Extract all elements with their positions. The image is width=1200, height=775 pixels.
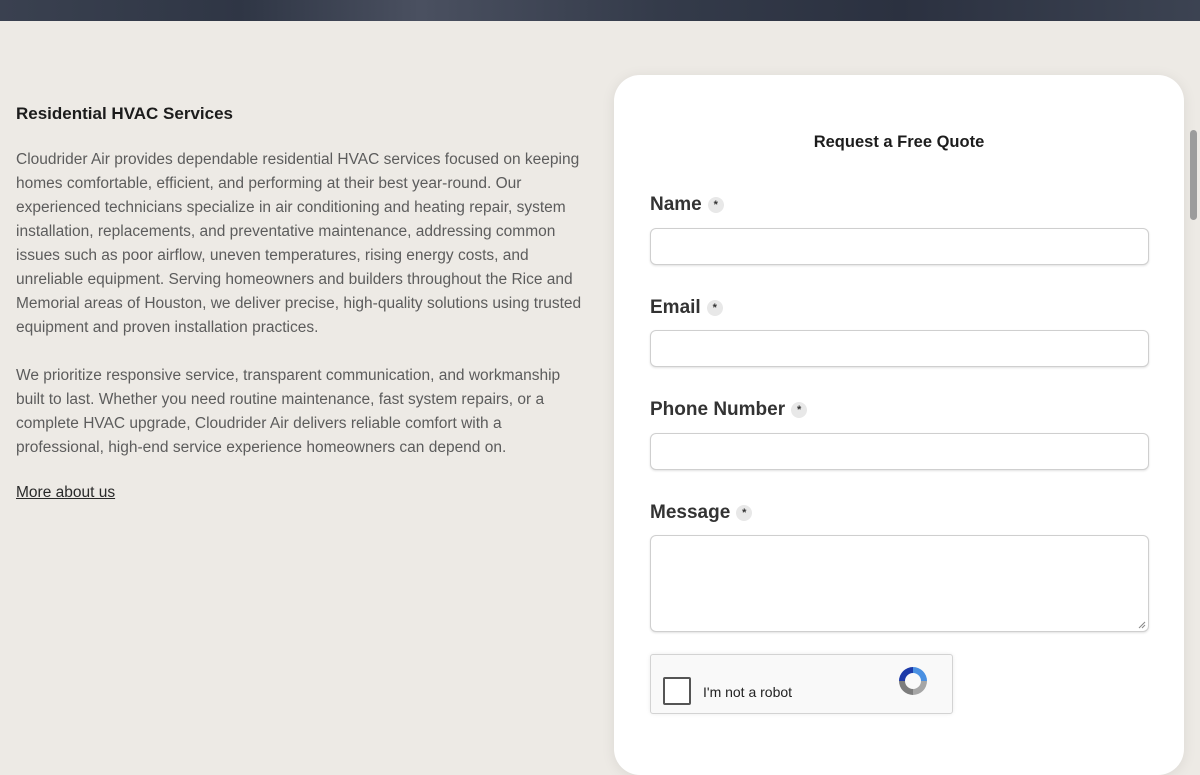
about-heading: Residential HVAC Services (16, 104, 233, 123)
recaptcha-logo-icon (899, 667, 927, 695)
phone-label: Phone Number * (650, 399, 808, 421)
recaptcha-checkbox[interactable] (663, 677, 691, 705)
form-title: Request a Free Quote (813, 133, 985, 151)
message-label: Message * (650, 502, 753, 524)
resize-handle-icon[interactable] (1138, 621, 1146, 629)
email-field[interactable] (650, 330, 1149, 367)
message-field[interactable] (650, 535, 1149, 632)
phone-field[interactable] (650, 433, 1149, 470)
name-label-text: Name (650, 194, 702, 215)
message-label-text: Message (650, 502, 731, 523)
hero-image-strip (0, 0, 1200, 21)
email-label: Email * (650, 297, 723, 319)
required-icon: * (736, 505, 753, 521)
name-field[interactable] (650, 228, 1149, 265)
required-icon: * (706, 300, 723, 316)
phone-label-text: Phone Number (650, 399, 786, 420)
about-section: Residential HVAC Services Cloudrider Air… (16, 104, 591, 502)
recaptcha-label: I'm not a robot (703, 684, 793, 700)
more-about-us-link[interactable]: More about us (16, 484, 115, 501)
name-label: Name * (650, 194, 724, 216)
page-scrollbar[interactable] (1190, 130, 1197, 220)
about-paragraph-1: Cloudrider Air provides dependable resid… (16, 151, 582, 336)
about-paragraph-2: We prioritize responsive service, transp… (16, 367, 561, 456)
email-label-text: Email (650, 297, 701, 318)
required-icon: * (791, 402, 808, 418)
required-icon: * (707, 197, 724, 213)
quote-form-card: Request a Free Quote Name * Email * Phon… (614, 75, 1184, 775)
recaptcha-widget: I'm not a robot (650, 654, 953, 714)
